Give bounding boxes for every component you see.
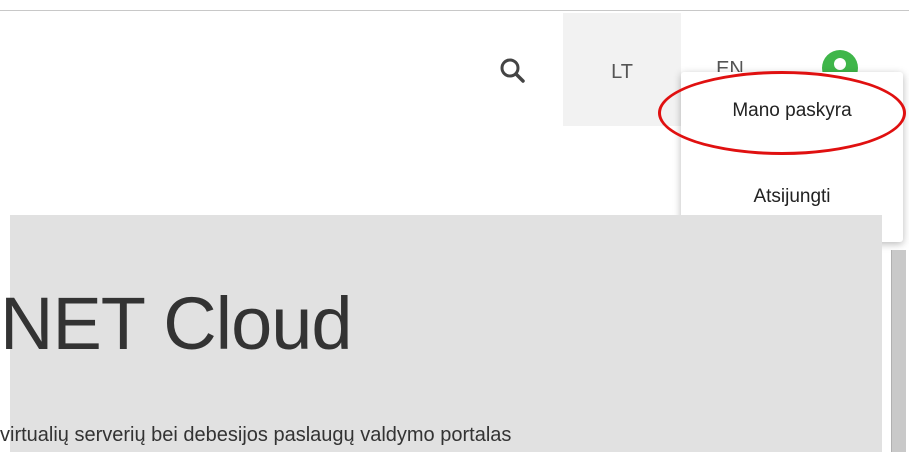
search-button[interactable] [492, 50, 536, 94]
menu-item-logout[interactable]: Atsijungti [681, 186, 903, 208]
search-icon [500, 58, 525, 83]
scrollbar[interactable] [891, 250, 906, 452]
hero-title: NET Cloud [0, 282, 353, 365]
language-lt-label: LT [611, 61, 633, 83]
hero-banner: NET Cloud virtualių serverių bei debesij… [0, 215, 882, 452]
hero-subtitle: virtualių serverių bei debesijos paslaug… [0, 424, 512, 446]
header-divider [0, 10, 909, 11]
menu-item-my-account[interactable]: Mano paskyra [681, 100, 903, 122]
language-lt-button[interactable]: LT [563, 13, 681, 126]
